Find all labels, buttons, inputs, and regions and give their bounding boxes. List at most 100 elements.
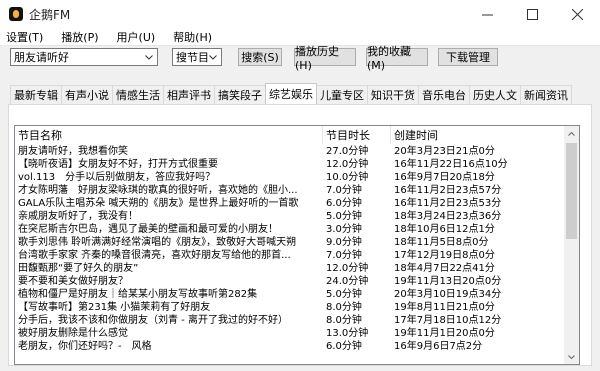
- program-name: vol.113 分手以后别做朋友，答应我好吗？: [18, 172, 216, 183]
- search-type-select[interactable]: 搜节目: [172, 48, 222, 66]
- program-duration: 6.0分钟: [326, 198, 362, 209]
- program-duration: 6.0分钟: [326, 341, 362, 352]
- table-row[interactable]: 才女陈明藩 好朋友梁咏琪的歌真的很好听，喜欢她的《胆小... 7.0分钟 16年11…: [15, 184, 565, 197]
- program-duration: 8.0分钟: [326, 302, 362, 313]
- chevron-down-icon[interactable]: [141, 49, 157, 65]
- program-name: 分手后，我该不该和你做朋友（刘青 - 离开了我过的好不好）: [18, 315, 288, 326]
- table-row[interactable]: 亲戚朋友听好了，我没有！ 5.0分钟 18年3月24日23点36分: [15, 210, 565, 223]
- program-created-time: 18年4月7日22点41分: [394, 263, 495, 274]
- scroll-up-arrow-icon[interactable]: [564, 126, 579, 141]
- title-bar: 企鹅FM: [0, 0, 600, 28]
- program-created-time: 20年3月23日21点0分: [394, 146, 495, 157]
- table-row[interactable]: 被好朋友删除是什么感觉 13.0分钟 19年11月1日20点0分: [15, 327, 565, 340]
- program-duration: 27.0分钟: [326, 146, 369, 157]
- close-icon: [572, 8, 583, 20]
- table-row[interactable]: 【晓听夜语】女朋友好不好，打开方式很重要 12.0分钟 16年11月22日16点10…: [15, 158, 565, 171]
- vertical-scrollbar[interactable]: [564, 126, 579, 364]
- table-row[interactable]: 分手后，我该不该和你做朋友（刘青 - 离开了我过的好不好） 8.0分钟 17年7月1…: [15, 314, 565, 327]
- table-row[interactable]: 【写故事听】第231集 小猫茉莉有了好朋友 8.0分钟 19年8月11日21点0分: [15, 301, 565, 314]
- window-title: 企鹅FM: [29, 7, 71, 22]
- program-created-time: 16年9月7日20点18分: [394, 172, 495, 183]
- table-row[interactable]: 歌手刘思伟 聆听满满好经常演唱的《朋友》，致敬好大哥喊天朔 9.0分钟 18年11月…: [15, 236, 565, 249]
- program-duration: 8.0分钟: [326, 315, 362, 326]
- my-favorites-button[interactable]: 我的收藏(M): [366, 45, 428, 72]
- tab-kids-zone[interactable]: 儿童专区: [316, 85, 368, 104]
- program-name: 朋友请听好，我想看你笑: [18, 146, 128, 157]
- menu-settings[interactable]: 设置(T): [6, 29, 43, 45]
- table-row[interactable]: 在突尼斯吉尔巴岛，遇见了最美的壁画和最可爱的小朋友！ 3.0分钟 18年10月6日1…: [15, 223, 565, 236]
- tab-knowledge[interactable]: 知识干货: [367, 85, 419, 104]
- program-created-time: 19年11月1日20点0分: [394, 328, 495, 339]
- table-body: 朋友请听好，我想看你笑 27.0分钟 20年3月23日21点0分 【晓听夜语】女朋友…: [15, 145, 565, 353]
- program-name: 田馥甄那“要了好久的朋友”: [18, 263, 139, 274]
- minimize-button[interactable]: [465, 0, 510, 28]
- program-created-time: 17年7月18日10点12分: [394, 315, 502, 326]
- search-input[interactable]: 朋友请听好: [10, 48, 158, 66]
- program-created-time: 18年3月24日23点36分: [394, 211, 502, 222]
- program-name: 被好朋友删除是什么感觉: [18, 328, 128, 339]
- program-table: 节目名称 节目时长 创建时间 朋友请听好，我想看你笑 27.0分钟 20年3月23日…: [14, 125, 580, 365]
- program-name: 在突尼斯吉尔巴岛，遇见了最美的壁画和最可爱的小朋友！: [18, 224, 278, 235]
- program-created-time: 16年11月2日23点53分: [394, 198, 502, 209]
- download-manager-button[interactable]: 下载管理: [438, 48, 498, 66]
- program-name: 亲戚朋友听好了，我没有！: [18, 211, 138, 222]
- program-duration: 12.0分钟: [326, 263, 369, 274]
- table-row[interactable]: 老朋友，你们还好吗？- 风格 6.0分钟 16年9月6日7点2分: [15, 340, 565, 353]
- tab-crosstalk-storytelling[interactable]: 相声评书: [163, 85, 215, 104]
- table-row[interactable]: 植物和僵尸是好朋友｜给某某小朋友写故事听第282集 5.0分钟 20年3月10日19…: [15, 288, 565, 301]
- program-created-time: 18年10月6日12点1分: [394, 224, 495, 235]
- toolbar: 朋友请听好 搜节目 搜索(S) 播放历史(H) 我的收藏(M) 下载管理: [0, 45, 600, 72]
- table-row[interactable]: 朋友请听好，我想看你笑 27.0分钟 20年3月23日21点0分: [15, 145, 565, 158]
- window-controls: [465, 0, 600, 28]
- app-logo-icon: [9, 7, 23, 21]
- tab-history-culture[interactable]: 历史人文: [469, 85, 521, 104]
- table-row[interactable]: 要不要和美女做好朋友？ 24.0分钟 19年11月13日20点0分: [15, 275, 565, 288]
- chevron-down-icon[interactable]: [205, 49, 221, 65]
- program-created-time: 16年11月22日16点10分: [394, 159, 508, 170]
- tab-emotional-life[interactable]: 情感生活: [112, 85, 164, 104]
- maximize-icon: [527, 8, 538, 20]
- search-input-value: 朋友请听好: [14, 51, 69, 64]
- program-name: 才女陈明藩 好朋友梁咏琪的歌真的很好听，喜欢她的《胆小...: [18, 185, 298, 196]
- program-name: GALA乐队主唱苏朵 喊天朔的《朋友》是世界上最好听的一首歌: [18, 198, 299, 209]
- program-duration: 9.0分钟: [326, 237, 362, 248]
- program-created-time: 18年11月5日8点0分: [394, 237, 489, 248]
- column-header-name[interactable]: 节目名称: [15, 126, 323, 144]
- close-button[interactable]: [555, 0, 600, 28]
- search-button[interactable]: 搜索(S): [238, 48, 282, 66]
- program-created-time: 19年8月11日21点0分: [394, 302, 495, 313]
- program-created-time: 16年9月6日7点2分: [394, 341, 483, 352]
- tab-variety-entertainment[interactable]: 综艺娱乐: [265, 83, 317, 104]
- scrollbar-thumb[interactable]: [566, 143, 577, 239]
- tab-latest-albums[interactable]: 最新专辑: [10, 85, 62, 104]
- table-row[interactable]: vol.113 分手以后别做朋友，答应我好吗？ 10.0分钟 16年9月7日20点1…: [15, 171, 565, 184]
- menu-user[interactable]: 用户(U): [117, 29, 156, 45]
- minimize-icon: [482, 14, 493, 15]
- program-duration: 5.0分钟: [326, 211, 362, 222]
- program-duration: 5.0分钟: [326, 289, 362, 300]
- tab-audio-novels[interactable]: 有声小说: [61, 85, 113, 104]
- play-history-button[interactable]: 播放历史(H): [294, 45, 356, 72]
- table-row[interactable]: 田馥甄那“要了好久的朋友” 12.0分钟 18年4月7日22点41分: [15, 262, 565, 275]
- program-duration: 24.0分钟: [326, 276, 369, 287]
- scroll-down-arrow-icon[interactable]: [564, 349, 579, 364]
- tab-music-radio[interactable]: 音乐电台: [418, 85, 470, 104]
- program-name: 歌手刘思伟 聆听满满好经常演唱的《朋友》，致敬好大哥喊天朔: [18, 237, 297, 248]
- tab-news[interactable]: 新闻资讯: [520, 85, 572, 104]
- program-created-time: 17年12月19日8点0分: [394, 250, 495, 261]
- program-duration: 7.0分钟: [326, 250, 362, 261]
- maximize-button[interactable]: [510, 0, 555, 28]
- program-created-time: 19年11月13日20点0分: [394, 276, 502, 287]
- program-name: 【写故事听】第231集 小猫茉莉有了好朋友: [18, 302, 211, 313]
- program-created-time: 20年3月10日19点34分: [394, 289, 502, 300]
- table-row[interactable]: GALA乐队主唱苏朵 喊天朔的《朋友》是世界上最好听的一首歌 6.0分钟 16年11…: [15, 197, 565, 210]
- program-name: 【晓听夜语】女朋友好不好，打开方式很重要: [18, 159, 218, 170]
- column-header-created[interactable]: 创建时间: [391, 126, 565, 144]
- program-created-time: 16年11月2日23点57分: [394, 185, 502, 196]
- tab-comedy-clips[interactable]: 搞笑段子: [214, 85, 266, 104]
- menu-help[interactable]: 帮助(H): [173, 29, 212, 45]
- column-header-duration[interactable]: 节目时长: [323, 126, 391, 144]
- table-header: 节目名称 节目时长 创建时间: [15, 126, 565, 144]
- menu-playback[interactable]: 播放(P): [61, 29, 98, 45]
- table-row[interactable]: 台湾歌手家家 齐秦的嗓音很清亮，喜欢好朋友写给他的那首... 7.0分钟 17年12…: [15, 249, 565, 262]
